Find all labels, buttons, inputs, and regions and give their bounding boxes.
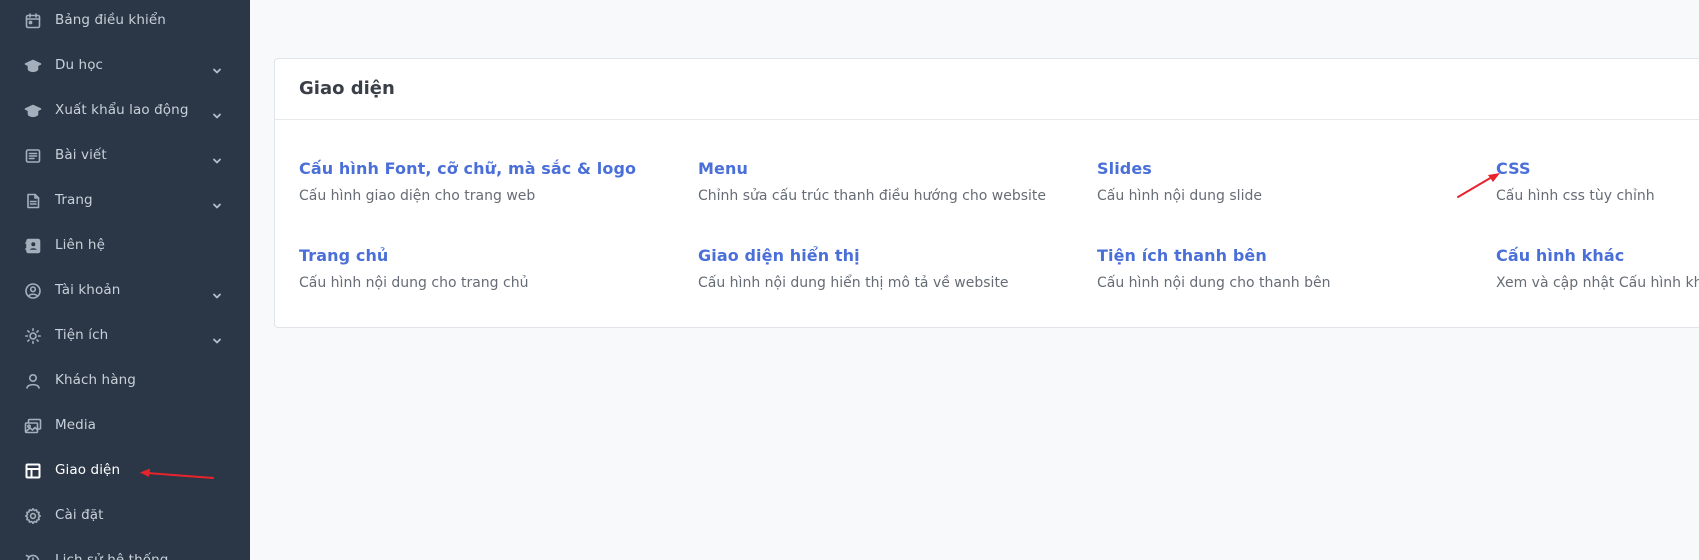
graduation-cap-icon bbox=[24, 102, 42, 120]
sidebar-item-du-hoc[interactable]: Du học bbox=[0, 46, 250, 86]
sidebar-item-label: Media bbox=[55, 417, 97, 433]
sun-icon bbox=[24, 327, 42, 345]
setting-tien-ich-thanh-ben: Tiện ích thanh bên Cấu hình nội dung cho… bbox=[1097, 246, 1477, 291]
setting-description: Cấu hình giao diện cho trang web bbox=[299, 188, 536, 204]
sidebar-item-trang[interactable]: Trang bbox=[0, 181, 250, 221]
sidebar-item-label: Khách hàng bbox=[55, 372, 136, 388]
setting-link[interactable]: Cấu hình khác bbox=[1496, 246, 1699, 265]
setting-menu: Menu Chỉnh sửa cấu trúc thanh điều hướng… bbox=[698, 159, 1078, 204]
setting-description: Chỉnh sửa cấu trúc thanh điều hướng cho … bbox=[698, 188, 1046, 204]
sidebar-item-label: Giao diện bbox=[55, 462, 121, 478]
setting-giao-dien-hien-thi: Giao diện hiển thị Cấu hình nội dung hiể… bbox=[698, 246, 1078, 291]
sidebar-item-label: Du học bbox=[55, 57, 104, 73]
setting-font-logo: Cấu hình Font, cỡ chữ, mà sắc & logo Cấu… bbox=[299, 159, 679, 204]
sidebar-item-tien-ich[interactable]: Tiện ích bbox=[0, 316, 250, 356]
sidebar-item-label: Tài khoản bbox=[55, 282, 121, 298]
calendar-icon bbox=[24, 12, 42, 30]
sidebar-item-label: Liên hệ bbox=[55, 237, 105, 253]
sidebar-item-cai-dat[interactable]: Cài đặt bbox=[0, 496, 250, 536]
chevron-down-icon[interactable] bbox=[212, 151, 222, 164]
user-circle-icon bbox=[24, 282, 42, 300]
appearance-settings-card: Giao diện Cấu hình Font, cỡ chữ, mà sắc … bbox=[274, 58, 1699, 328]
setting-link[interactable]: Slides bbox=[1097, 159, 1477, 178]
setting-description: Cấu hình css tùy chỉnh bbox=[1496, 188, 1655, 204]
setting-css: CSS Cấu hình css tùy chỉnh bbox=[1496, 159, 1699, 204]
setting-link[interactable]: Cấu hình Font, cỡ chữ, mà sắc & logo bbox=[299, 159, 679, 178]
setting-description: Cấu hình nội dung slide bbox=[1097, 188, 1262, 204]
setting-cau-hinh-khac: Cấu hình khác Xem và cập nhật Cấu hình k… bbox=[1496, 246, 1699, 291]
sidebar-item-label: Trang bbox=[55, 192, 93, 208]
chevron-down-icon[interactable] bbox=[212, 286, 222, 299]
history-icon bbox=[24, 552, 42, 560]
setting-slides: Slides Cấu hình nội dung slide bbox=[1097, 159, 1477, 204]
sidebar-item-dashboard[interactable]: Bảng điều khiển bbox=[0, 1, 250, 41]
sidebar-item-label: Cài đặt bbox=[55, 507, 104, 523]
user-icon bbox=[24, 372, 42, 390]
sidebar-item-label: Lịch sử hệ thống bbox=[55, 552, 169, 560]
sidebar-item-label: Xuất khẩu lao động bbox=[55, 102, 189, 118]
card-header: Giao diện bbox=[275, 59, 1699, 120]
setting-description: Cấu hình nội dung cho trang chủ bbox=[299, 275, 529, 291]
sidebar-item-lien-he[interactable]: Liên hệ bbox=[0, 226, 250, 266]
page-title: Giao diện bbox=[299, 78, 395, 99]
setting-link[interactable]: CSS bbox=[1496, 159, 1699, 178]
sidebar-item-label: Bảng điều khiển bbox=[55, 12, 166, 28]
sidebar-item-khach-hang[interactable]: Khách hàng bbox=[0, 361, 250, 401]
chevron-down-icon[interactable] bbox=[212, 196, 222, 209]
setting-link[interactable]: Menu bbox=[698, 159, 1078, 178]
chevron-down-icon[interactable] bbox=[212, 106, 222, 119]
setting-link[interactable]: Giao diện hiển thị bbox=[698, 246, 1078, 265]
chevron-down-icon[interactable] bbox=[212, 61, 222, 74]
sidebar-item-giao-dien[interactable]: Giao diện bbox=[0, 451, 250, 491]
setting-trang-chu: Trang chủ Cấu hình nội dung cho trang ch… bbox=[299, 246, 679, 291]
sidebar-item-lich-su-he-thong[interactable]: Lịch sử hệ thống bbox=[0, 541, 250, 560]
sidebar-item-tai-khoan[interactable]: Tài khoản bbox=[0, 271, 250, 311]
layout-icon bbox=[24, 462, 42, 480]
setting-link[interactable]: Tiện ích thanh bên bbox=[1097, 246, 1477, 265]
contact-book-icon bbox=[24, 237, 42, 255]
chevron-down-icon[interactable] bbox=[212, 331, 222, 344]
gear-icon bbox=[24, 507, 42, 525]
setting-description: Cấu hình nội dung cho thanh bên bbox=[1097, 275, 1331, 291]
setting-description: Xem và cập nhật Cấu hình khác bbox=[1496, 275, 1699, 291]
sidebar-item-label: Tiện ích bbox=[55, 327, 109, 343]
sidebar-item-media[interactable]: Media bbox=[0, 406, 250, 446]
article-icon bbox=[24, 147, 42, 165]
sidebar: Bảng điều khiển Du học Xuất khẩu lao độn… bbox=[0, 0, 250, 560]
page-icon bbox=[24, 192, 42, 210]
media-icon bbox=[24, 417, 42, 435]
app-window: Bảng điều khiển Du học Xuất khẩu lao độn… bbox=[0, 0, 1699, 560]
graduation-cap-icon bbox=[24, 57, 42, 75]
setting-description: Cấu hình nội dung hiển thị mô tả về webs… bbox=[698, 275, 1009, 291]
sidebar-item-xuat-khau-lao-dong[interactable]: Xuất khẩu lao động bbox=[0, 91, 250, 131]
setting-link[interactable]: Trang chủ bbox=[299, 246, 679, 265]
sidebar-item-label: Bài viết bbox=[55, 147, 107, 163]
sidebar-item-bai-viet[interactable]: Bài viết bbox=[0, 136, 250, 176]
